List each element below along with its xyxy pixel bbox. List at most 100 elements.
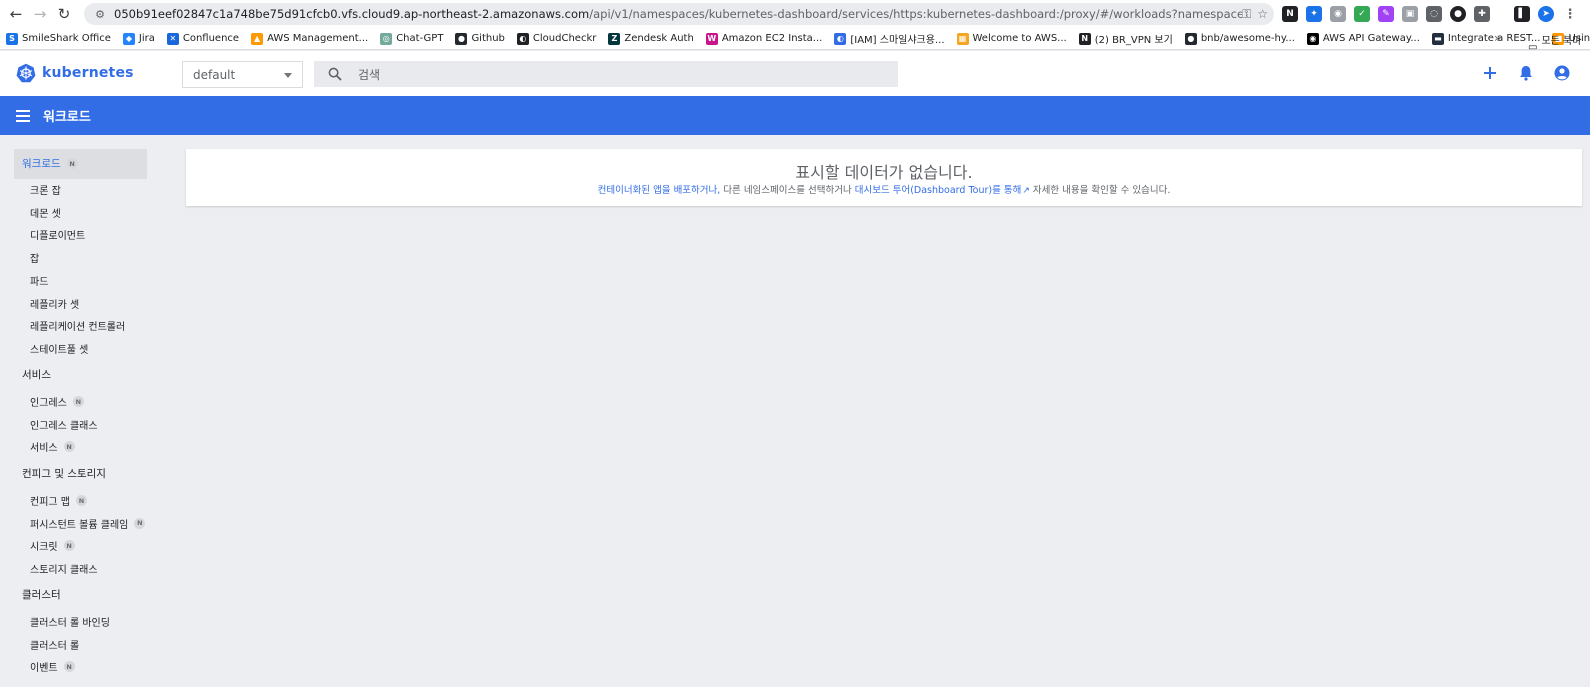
sidebar-item-workloads[interactable]: 워크로드 N xyxy=(22,156,78,171)
bookmark-item[interactable]: ● Github xyxy=(455,32,505,45)
bookmark-label: Confluence xyxy=(182,33,240,44)
notifications-bell-icon[interactable] xyxy=(1518,63,1534,83)
bookmark-item[interactable]: ◉ AWS API Gateway... xyxy=(1306,32,1420,45)
bookmark-item[interactable]: ▬ Integrate a REST... xyxy=(1431,32,1540,45)
site-info-icon[interactable]: ⚙ xyxy=(92,6,108,22)
bookmark-favicon-icon: ◐ xyxy=(516,32,529,45)
camera-extension-icon[interactable]: ◉ xyxy=(1330,6,1346,22)
sidebar-item-label: 이벤트 xyxy=(30,663,58,675)
profile-avatar-icon[interactable]: ➤ xyxy=(1538,6,1554,22)
bookmark-item[interactable]: ◐ CloudCheckr xyxy=(516,32,596,45)
sidebar-item-cluster-resource[interactable]: 클러스터 롤 xyxy=(30,637,79,652)
sidebar-item-config[interactable]: 스토리지 클래스 xyxy=(30,561,98,576)
address-bar[interactable]: ⚙ 050b91eef02847c1a748be75d91cfcb0.vfs.c… xyxy=(84,3,1274,25)
sidebar-nav: 워크로드 N 크론 잡데몬 셋디플로이먼트잡파드레플리카 셋레플리케이션 컨트롤러스… xyxy=(0,135,170,687)
logo-text: kubernetes xyxy=(42,65,134,81)
sidebar-item-services[interactable]: 서비스 xyxy=(22,367,51,382)
sidebar-item-label: 컨피그 및 스토리지 xyxy=(22,468,106,480)
sidebar-item-label: 레플리케이션 컨트롤러 xyxy=(30,322,126,334)
sidebar-item-config[interactable]: 시크릿 N xyxy=(30,538,75,553)
search-input[interactable]: 검색 xyxy=(314,61,898,87)
external-link-icon: ↗ xyxy=(1022,186,1030,196)
browser-menu-icon[interactable]: ⋮ xyxy=(1562,6,1578,22)
bookmark-item[interactable]: ● bnb/awesome-hy... xyxy=(1184,32,1295,45)
page-title: 워크로드 xyxy=(43,110,91,125)
bookmark-item[interactable]: S SmileShark Office xyxy=(6,32,111,45)
namespaced-badge: N xyxy=(66,158,78,169)
sidebar-item-workload[interactable]: 데몬 셋 xyxy=(30,205,61,220)
account-icon[interactable] xyxy=(1554,63,1570,83)
sidebar-item-workload[interactable]: 파드 xyxy=(30,273,48,288)
puzzle-extensions-icon[interactable]: ✚ xyxy=(1474,6,1490,22)
sidebar-item-label: 컨피그 맵 xyxy=(30,497,70,508)
sidebar-item-workload[interactable]: 디플로이먼트 xyxy=(30,227,85,242)
forward-icon[interactable]: → xyxy=(28,2,52,26)
reload-icon[interactable]: ↻ xyxy=(52,2,76,26)
bookmark-favicon-icon: ✕ xyxy=(166,32,179,45)
kubernetes-logo[interactable]: kubernetes xyxy=(16,63,134,83)
empty-state-middle-text: 다른 네임스페이스를 선택하거나 xyxy=(720,185,855,196)
wrench-extension-icon[interactable]: ✦ xyxy=(1306,6,1322,22)
sidebar-item-cluster[interactable]: 클러스터 xyxy=(22,587,61,602)
browser-toolbar: ← → ↻ ⚙ 050b91eef02847c1a748be75d91cfcb0… xyxy=(0,0,1590,28)
deploy-app-link[interactable]: 컨테이너화된 앱을 배포하거나, xyxy=(598,185,721,196)
bookmark-star-icon[interactable]: ☆ xyxy=(1257,7,1268,21)
bookmark-item[interactable]: N (2) BR_VPN 보기 xyxy=(1078,31,1173,46)
bookmark-item[interactable]: ✕ Confluence xyxy=(166,32,240,45)
bookmark-item[interactable]: ▲ AWS Management... xyxy=(251,32,368,45)
bookmark-label: Chat-GPT xyxy=(396,33,444,44)
sidebar-item-workload[interactable]: 레플리카 셋 xyxy=(30,296,79,311)
sidebar-item-config[interactable]: 퍼시스턴트 볼륨 클레임 N xyxy=(30,516,146,531)
hamburger-menu-icon[interactable] xyxy=(16,109,30,122)
pen-extension-icon[interactable]: ✎ xyxy=(1378,6,1394,22)
bookmark-favicon-icon: ● xyxy=(1184,32,1197,45)
sidebar-item-workload[interactable]: 잡 xyxy=(30,250,39,265)
namespaced-badge: N xyxy=(63,441,75,453)
screenshot-extension-icon[interactable]: ▣ xyxy=(1402,6,1418,22)
bookmark-label: SmileShark Office xyxy=(22,33,111,44)
back-icon[interactable]: ← xyxy=(4,2,28,26)
create-plus-icon[interactable] xyxy=(1482,63,1498,83)
sidebar-item-service[interactable]: 서비스 N xyxy=(30,439,75,454)
namespace-select[interactable]: default xyxy=(182,61,303,88)
sidebar-item-cluster-resource[interactable]: 이벤트 N xyxy=(30,659,75,674)
bookmark-label: Jira xyxy=(138,33,155,44)
bookmark-item[interactable]: W Amazon EC2 Insta... xyxy=(705,32,822,45)
sidebar-item-service[interactable]: 인그레스 N xyxy=(30,394,84,409)
sidebar-item-label: 잡 xyxy=(30,254,40,266)
sidebar-item-label: 크론 잡 xyxy=(30,186,61,197)
sidebar-item-config[interactable]: 컨피그 맵 N xyxy=(30,493,87,508)
bookmark-label: AWS API Gateway... xyxy=(1322,33,1420,44)
sidebar-item-workload[interactable]: 스테이트풀 셋 xyxy=(30,341,88,356)
record-extension-icon[interactable]: ● xyxy=(1450,6,1466,22)
sidebar-item-label: 시크릿 xyxy=(30,542,58,554)
sidebar-item-service[interactable]: 인그레스 클래스 xyxy=(30,417,98,432)
url-host: 050b91eef02847c1a748be75d91cfcb0.vfs.clo… xyxy=(114,7,590,21)
bookmark-item[interactable]: ◐ [IAM] 스마일샤크용... xyxy=(834,31,945,46)
side-panel-icon[interactable]: ▌ xyxy=(1514,6,1530,22)
url-path: /api/v1/namespaces/kubernetes-dashboard/… xyxy=(589,7,1243,21)
notion-extension-icon[interactable]: N xyxy=(1282,6,1298,22)
chevron-down-icon xyxy=(284,73,292,78)
sidebar-item-label: 서비스 xyxy=(30,443,58,455)
bookmark-item[interactable]: ◆ Jira xyxy=(122,32,155,45)
bookmark-item[interactable]: Z Zendesk Auth xyxy=(608,32,694,45)
sidebar-item-workload[interactable]: 크론 잡 xyxy=(30,182,61,197)
namespace-value: default xyxy=(193,67,236,82)
sidebar-item-cluster-resource[interactable]: 클러스터 롤 바인딩 xyxy=(30,614,110,629)
search-placeholder: 검색 xyxy=(358,67,381,82)
bookmarks-overflow-icon[interactable]: » xyxy=(1494,31,1501,45)
shield-extension-icon[interactable]: ✓ xyxy=(1354,6,1370,22)
sidebar-item-config-storage[interactable]: 컨피그 및 스토리지 xyxy=(22,466,106,481)
dashboard-tour-link[interactable]: 대시보드 투어(Dashboard Tour)를 통해 xyxy=(855,185,1022,196)
page-toolbar: 워크로드 xyxy=(0,96,1590,135)
bookmark-item[interactable]: ▦ Welcome to AWS... xyxy=(956,32,1067,45)
namespaced-badge: N xyxy=(134,517,146,529)
url-text: 050b91eef02847c1a748be75d91cfcb0.vfs.clo… xyxy=(114,7,1242,21)
sidebar-item-label: 퍼시스턴트 볼륨 클레임 xyxy=(30,519,129,531)
circle-extension-icon[interactable]: ◌ xyxy=(1426,6,1442,22)
namespaced-badge: N xyxy=(75,495,87,506)
password-key-icon[interactable]: ⚿ xyxy=(1242,7,1251,22)
sidebar-item-workload[interactable]: 레플리케이션 컨트롤러 xyxy=(30,318,125,333)
bookmark-item[interactable]: ◎ Chat-GPT xyxy=(380,32,444,45)
